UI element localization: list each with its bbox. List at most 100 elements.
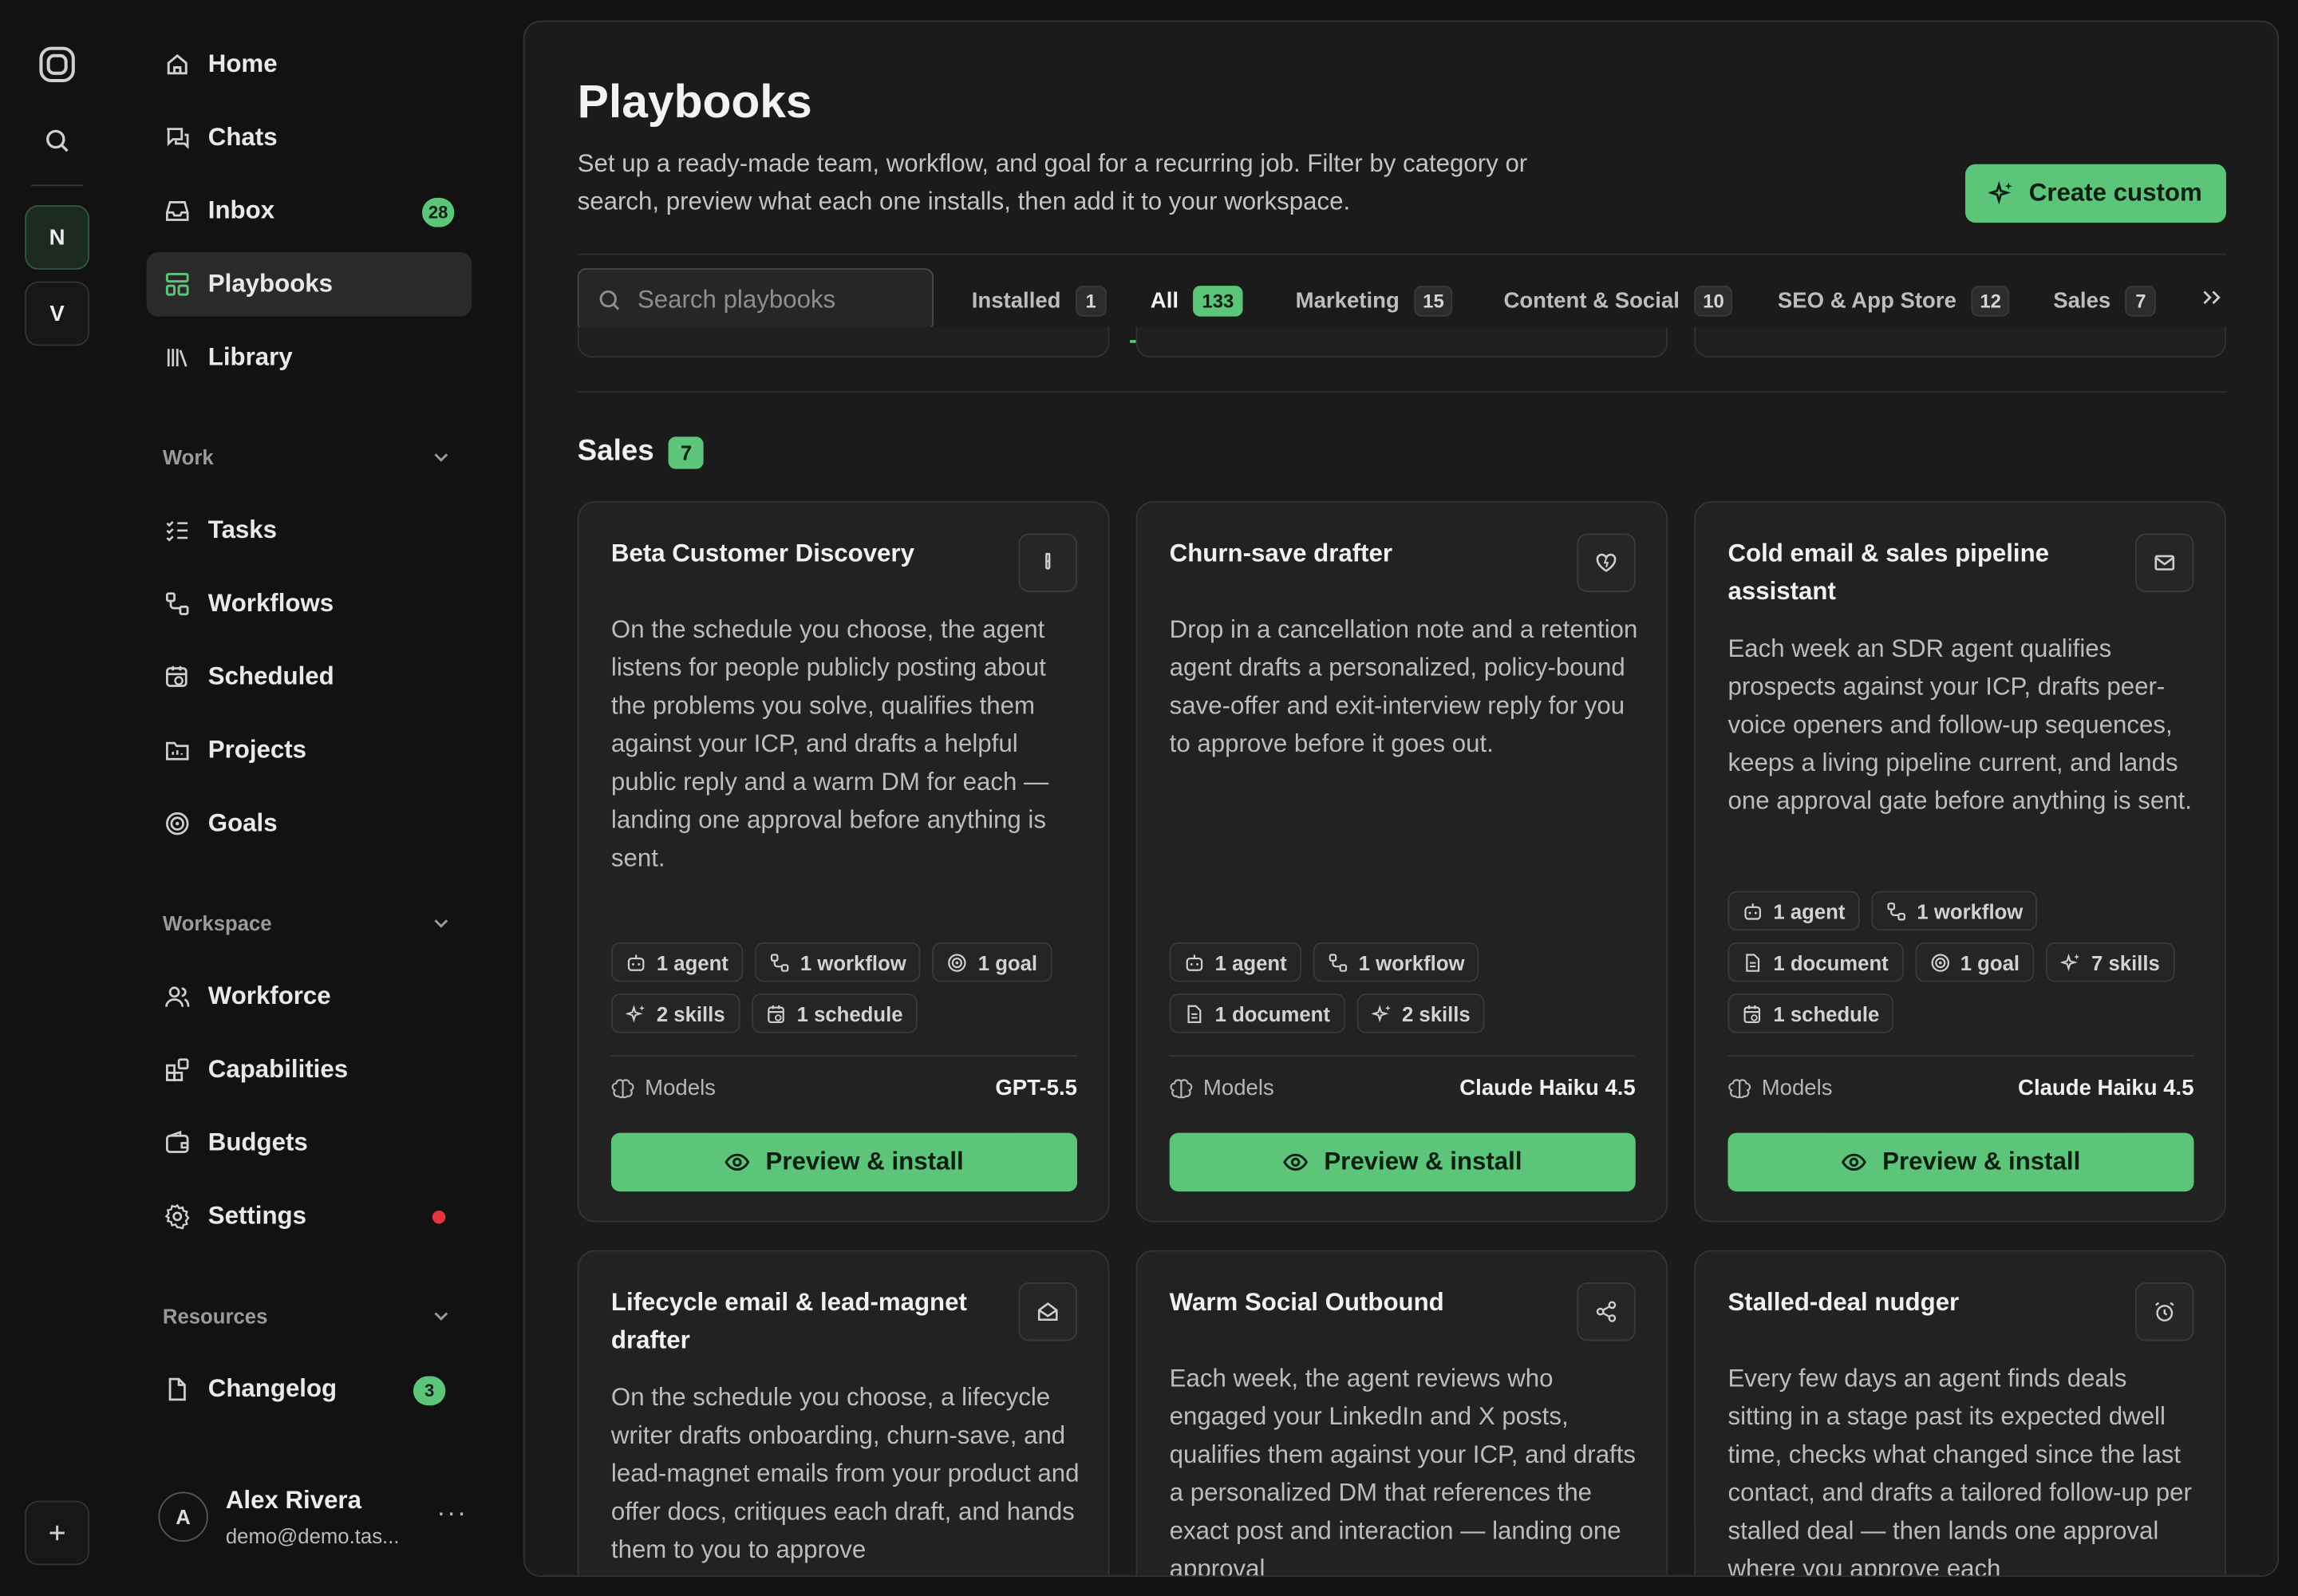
preview-install-button[interactable]: Preview & install xyxy=(610,1132,1077,1192)
bot-icon xyxy=(627,954,645,970)
workspace-v[interactable]: V xyxy=(25,281,90,346)
more-icon[interactable]: ··· xyxy=(436,1498,468,1529)
sidebar-item-changelog[interactable]: Changelog 3 xyxy=(147,1357,472,1422)
tab-label: Marketing xyxy=(1295,287,1400,314)
sidebar-item-label: Changelog xyxy=(207,1374,338,1403)
alarm-icon xyxy=(2135,1282,2194,1341)
sidebar-item-workflows[interactable]: Workflows xyxy=(147,571,472,636)
sidebar-item-goals[interactable]: Goals xyxy=(147,792,472,856)
tag-schedule: 1 schedule xyxy=(751,994,918,1033)
app-logo-icon[interactable] xyxy=(37,44,77,85)
playbook-card-stalled-deal-nudger[interactable]: Stalled-deal nudger Every few days an ag… xyxy=(1694,1250,2226,1576)
brain-icon xyxy=(1170,1078,1193,1098)
tab-seo-app-store[interactable]: SEO & App Store 12 xyxy=(1778,274,2010,326)
bot-icon xyxy=(1186,954,1203,970)
card-divider xyxy=(1727,1055,2194,1057)
tab-label: All xyxy=(1150,287,1179,314)
card-models: Models GPT-5.5 xyxy=(611,1076,1077,1100)
sidebar-item-budgets[interactable]: Budgets xyxy=(147,1111,472,1175)
button-label: Preview & install xyxy=(765,1147,964,1175)
chat-icon xyxy=(164,124,191,151)
sidebar-item-scheduled[interactable]: Scheduled xyxy=(147,645,472,709)
sidebar-item-projects[interactable]: Projects xyxy=(147,718,472,783)
playbook-card-churn-save-drafter[interactable]: Churn-save drafter Drop in a cancellatio… xyxy=(1135,501,1668,1223)
tag-skills: 7 skills xyxy=(2046,942,2175,982)
tab-count: 1 xyxy=(1075,285,1107,316)
sidebar-item-settings[interactable]: Settings xyxy=(147,1184,472,1249)
sidebar-item-label: Budgets xyxy=(207,1128,308,1156)
card-title: Churn-save drafter xyxy=(1169,539,1393,567)
search-input[interactable]: Search playbooks xyxy=(577,268,934,332)
section-label: Work xyxy=(162,445,214,469)
blocks-icon xyxy=(164,1057,191,1083)
card-models: Models Claude Haiku 4.5 xyxy=(1170,1076,1636,1100)
playbook-card-cold-email[interactable]: Cold email & sales pipeline assistant Ea… xyxy=(1694,501,2226,1223)
tag-label: 7 skills xyxy=(2091,950,2160,974)
preview-install-button[interactable]: Preview & install xyxy=(1727,1132,2194,1192)
card-title: Stalled-deal nudger xyxy=(1727,1288,1960,1317)
target-icon xyxy=(1930,953,1949,971)
tab-sales[interactable]: Sales 7 xyxy=(2053,274,2157,326)
search-icon[interactable] xyxy=(42,126,72,156)
preview-install-button[interactable]: Preview & install xyxy=(1169,1132,1636,1192)
tag-workflow: 1 workflow xyxy=(1871,891,2038,931)
tab-count: 15 xyxy=(1414,285,1453,316)
tab-all[interactable]: All 133 xyxy=(1150,274,1243,326)
file-icon xyxy=(164,1376,191,1402)
resources-section-header[interactable]: Resources xyxy=(163,1304,450,1328)
eye-icon xyxy=(1284,1153,1309,1171)
card-title: Beta Customer Discovery xyxy=(610,539,914,567)
sidebar-item-inbox[interactable]: Inbox 28 xyxy=(147,179,472,243)
tag-label: 1 workflow xyxy=(800,950,906,974)
model-name: GPT-5.5 xyxy=(995,1075,1077,1101)
plus-icon xyxy=(49,1525,65,1541)
button-label: Preview & install xyxy=(1882,1147,2081,1175)
sidebar-item-playbooks[interactable]: Playbooks xyxy=(146,251,472,317)
sidebar-item-chats[interactable]: Chats xyxy=(147,105,472,170)
brain-icon xyxy=(611,1078,634,1098)
sidebar-item-tasks[interactable]: Tasks xyxy=(147,498,472,563)
target-icon xyxy=(164,811,191,837)
user-profile[interactable]: A Alex Rivera demo@demo.tas... ··· xyxy=(158,1472,480,1566)
sparkles-icon xyxy=(626,1004,645,1022)
chevrons-right-icon[interactable] xyxy=(2200,286,2223,309)
sidebar-item-library[interactable]: Library xyxy=(147,326,472,390)
playbook-card-warm-social-outbound[interactable]: Warm Social Outbound Each week, the agen… xyxy=(1135,1250,1668,1576)
tag-skills: 2 skills xyxy=(610,994,740,1033)
tab-marketing[interactable]: Marketing 15 xyxy=(1296,274,1453,326)
tag-label: 1 document xyxy=(1214,1001,1330,1025)
sparkles-icon xyxy=(1371,1004,1391,1022)
sidebar-item-capabilities[interactable]: Capabilities xyxy=(147,1037,472,1102)
button-label: Preview & install xyxy=(1324,1147,1522,1175)
tag-label: 1 agent xyxy=(1214,950,1287,974)
flask-icon xyxy=(1018,533,1077,592)
playbook-card-beta-customer-discovery[interactable]: Beta Customer Discovery On the schedule … xyxy=(577,501,1110,1223)
workflow-icon xyxy=(1887,902,1905,920)
tag-agent: 1 agent xyxy=(610,942,744,982)
chevron-down-icon xyxy=(434,453,448,462)
tab-installed[interactable]: Installed 1 xyxy=(972,274,1107,326)
tag-goal: 1 goal xyxy=(932,942,1052,982)
sidebar-item-home[interactable]: Home xyxy=(147,32,472,97)
work-section-header[interactable]: Work xyxy=(162,445,450,469)
workflow-icon xyxy=(770,953,789,971)
create-custom-button[interactable]: Create custom xyxy=(1965,164,2226,223)
main-panel: Playbooks Set up a ready-made team, work… xyxy=(523,20,2280,1578)
inbox-icon xyxy=(164,198,191,224)
target-icon xyxy=(948,953,967,971)
workspace-section-header[interactable]: Workspace xyxy=(163,911,450,935)
tab-label: SEO & App Store xyxy=(1777,287,1956,314)
tab-count: 12 xyxy=(1971,285,2010,316)
add-workspace-button[interactable] xyxy=(25,1500,90,1566)
sidebar-item-workforce[interactable]: Workforce xyxy=(147,964,472,1029)
playbook-card-lifecycle-email[interactable]: Lifecycle email & lead-magnet drafter On… xyxy=(577,1250,1110,1576)
workspace-rail: N V xyxy=(0,0,114,1596)
tag-document: 1 document xyxy=(1727,942,1904,982)
file-icon xyxy=(1187,1004,1202,1023)
tab-content-social[interactable]: Content & Social 10 xyxy=(1503,274,1733,326)
workflow-icon xyxy=(1329,953,1348,971)
playbooks-icon xyxy=(164,271,191,298)
card-description: Each week an SDR agent qualifies prospec… xyxy=(1727,634,2192,816)
tag-schedule: 1 schedule xyxy=(1727,994,1894,1033)
workspace-n[interactable]: N xyxy=(25,205,90,270)
